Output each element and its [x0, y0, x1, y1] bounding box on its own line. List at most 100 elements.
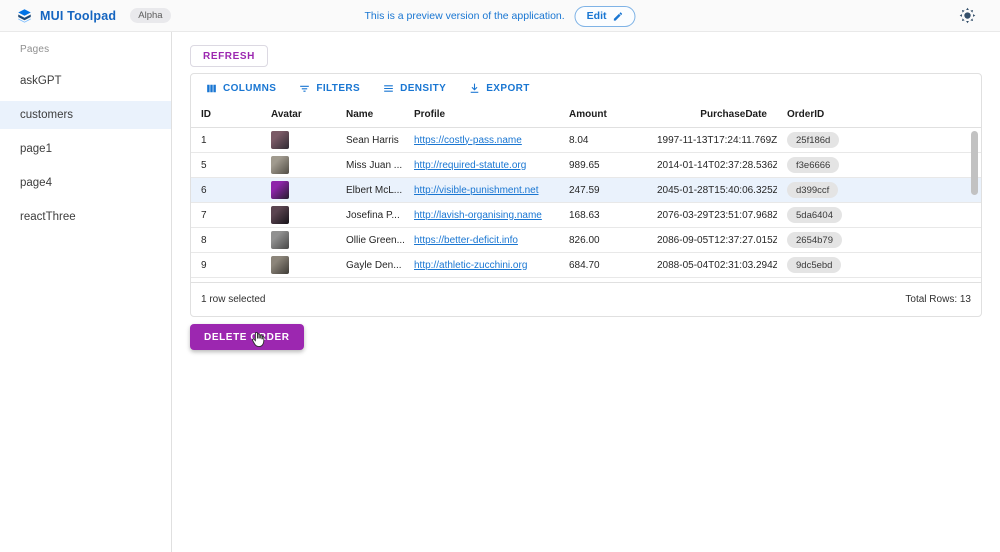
profile-link[interactable]: http://athletic-zucchini.org: [414, 260, 527, 271]
column-header-purchasedate[interactable]: PurchaseDate: [647, 109, 777, 120]
table-row[interactable]: 9 Gayle Den... http://athletic-zucchini.…: [191, 253, 981, 278]
profile-link[interactable]: http://visible-punishment.net: [414, 185, 539, 196]
table-row[interactable]: 1 Sean Harris https://costly-pass.name 8…: [191, 128, 981, 153]
column-header-name[interactable]: Name: [336, 109, 404, 120]
sidebar-item-label: askGPT: [20, 75, 62, 87]
toolpad-logo-icon: [17, 8, 32, 23]
cell-amount: 247.59: [559, 185, 647, 196]
cell-id: 8: [191, 235, 261, 246]
cell-order-id: 2654b79: [777, 232, 981, 248]
pencil-icon: [613, 11, 624, 22]
cell-amount: 684.70: [559, 260, 647, 271]
sidebar-item[interactable]: page1: [0, 135, 171, 163]
theme-toggle-button[interactable]: [958, 7, 976, 25]
cell-id: 5: [191, 160, 261, 171]
profile-link[interactable]: https://better-deficit.info: [414, 235, 518, 246]
cell-order-id: 9dc5ebd: [777, 257, 981, 273]
cell-name: Josefina P...: [336, 210, 404, 221]
sidebar-item-label: reactThree: [20, 211, 76, 223]
table-row[interactable]: 6 Elbert McL... http://visible-punishmen…: [191, 178, 981, 203]
profile-link[interactable]: http://lavish-organising.name: [414, 210, 542, 221]
main-content: REFRESH COLUMNS FILTERS DENSITY: [172, 32, 1000, 552]
grid-footer: 1 row selected Total Rows: 13: [191, 282, 981, 316]
cell-id: 1: [191, 135, 261, 146]
app-header: MUI Toolpad Alpha This is a preview vers…: [0, 0, 1000, 32]
avatar: [271, 206, 289, 224]
sidebar-item[interactable]: page4: [0, 169, 171, 197]
order-id-chip: f3e6666: [787, 157, 839, 173]
column-header-amount[interactable]: Amount: [559, 109, 647, 120]
sidebar: Pages askGPT customers page1 page4 react…: [0, 32, 172, 552]
order-id-chip: 2654b79: [787, 232, 842, 248]
light-mode-sun-icon: [959, 7, 976, 24]
sidebar-item[interactable]: reactThree: [0, 203, 171, 231]
cell-purchase-date: 2076-03-29T23:51:07.968Z: [647, 210, 777, 221]
grid-header-row: ID Avatar Name Profile Amount PurchaseDa…: [191, 102, 981, 128]
column-header-avatar[interactable]: Avatar: [261, 109, 336, 120]
grid-toolbar: COLUMNS FILTERS DENSITY EXPORT: [191, 74, 981, 102]
order-id-chip: 5da6404: [787, 207, 842, 223]
cell-amount: 989.65: [559, 160, 647, 171]
cell-profile: http://athletic-zucchini.org: [404, 260, 559, 271]
cell-avatar: [261, 256, 336, 274]
sidebar-item-label: page4: [20, 177, 52, 189]
avatar: [271, 231, 289, 249]
cell-order-id: 25f186d: [777, 132, 981, 148]
table-row[interactable]: 5 Miss Juan ... http://required-statute.…: [191, 153, 981, 178]
refresh-button[interactable]: REFRESH: [190, 45, 268, 67]
cell-profile: http://lavish-organising.name: [404, 210, 559, 221]
cell-name: Gayle Den...: [336, 260, 404, 271]
cell-id: 7: [191, 210, 261, 221]
filters-button[interactable]: FILTERS: [290, 79, 368, 98]
column-header-profile[interactable]: Profile: [404, 109, 559, 120]
density-button-label: DENSITY: [400, 83, 446, 94]
preview-banner: This is a preview version of the applica…: [364, 0, 635, 32]
columns-button[interactable]: COLUMNS: [197, 79, 284, 98]
cell-order-id: d399ccf: [777, 182, 981, 198]
delete-order-button[interactable]: DELETE ORDER: [190, 324, 304, 350]
cell-avatar: [261, 156, 336, 174]
avatar: [271, 131, 289, 149]
cell-purchase-date: 1997-11-13T17:24:11.769Z: [647, 135, 777, 146]
density-button[interactable]: DENSITY: [374, 79, 454, 98]
columns-icon: [205, 82, 218, 95]
avatar: [271, 256, 289, 274]
cell-name: Elbert McL...: [336, 185, 404, 196]
sidebar-section-label: Pages: [0, 32, 171, 55]
columns-button-label: COLUMNS: [223, 83, 276, 94]
sidebar-item[interactable]: customers: [0, 101, 171, 129]
cell-order-id: 5da6404: [777, 207, 981, 223]
column-header-orderid[interactable]: OrderID: [777, 109, 981, 120]
order-id-chip: 9dc5ebd: [787, 257, 841, 273]
profile-link[interactable]: https://costly-pass.name: [414, 135, 522, 146]
column-header-id[interactable]: ID: [191, 109, 261, 120]
cell-avatar: [261, 131, 336, 149]
cell-profile: https://better-deficit.info: [404, 235, 559, 246]
edit-button[interactable]: Edit: [575, 6, 636, 27]
cell-purchase-date: 2014-01-14T02:37:28.536Z: [647, 160, 777, 171]
table-row[interactable]: 8 Ollie Green... https://better-deficit.…: [191, 228, 981, 253]
cell-amount: 826.00: [559, 235, 647, 246]
cell-name: Sean Harris: [336, 135, 404, 146]
cell-amount: 8.04: [559, 135, 647, 146]
sidebar-item-label: page1: [20, 143, 52, 155]
cell-purchase-date: 2088-05-04T02:31:03.294Z: [647, 260, 777, 271]
selection-status: 1 row selected: [201, 294, 265, 305]
sidebar-item[interactable]: askGPT: [0, 67, 171, 95]
table-row[interactable]: 7 Josefina P... http://lavish-organising…: [191, 203, 981, 228]
order-id-chip: d399ccf: [787, 182, 838, 198]
export-button[interactable]: EXPORT: [460, 79, 538, 98]
density-icon: [382, 82, 395, 95]
vertical-scrollbar[interactable]: [971, 131, 978, 195]
filters-button-label: FILTERS: [316, 83, 360, 94]
sidebar-item-label: customers: [20, 109, 73, 121]
data-grid: COLUMNS FILTERS DENSITY EXPORT: [190, 73, 982, 317]
cell-amount: 168.63: [559, 210, 647, 221]
profile-link[interactable]: http://required-statute.org: [414, 160, 526, 171]
total-rows-label: Total Rows: 13: [905, 294, 971, 305]
export-icon: [468, 82, 481, 95]
avatar: [271, 156, 289, 174]
cell-avatar: [261, 206, 336, 224]
avatar: [271, 181, 289, 199]
preview-message: This is a preview version of the applica…: [364, 10, 564, 22]
